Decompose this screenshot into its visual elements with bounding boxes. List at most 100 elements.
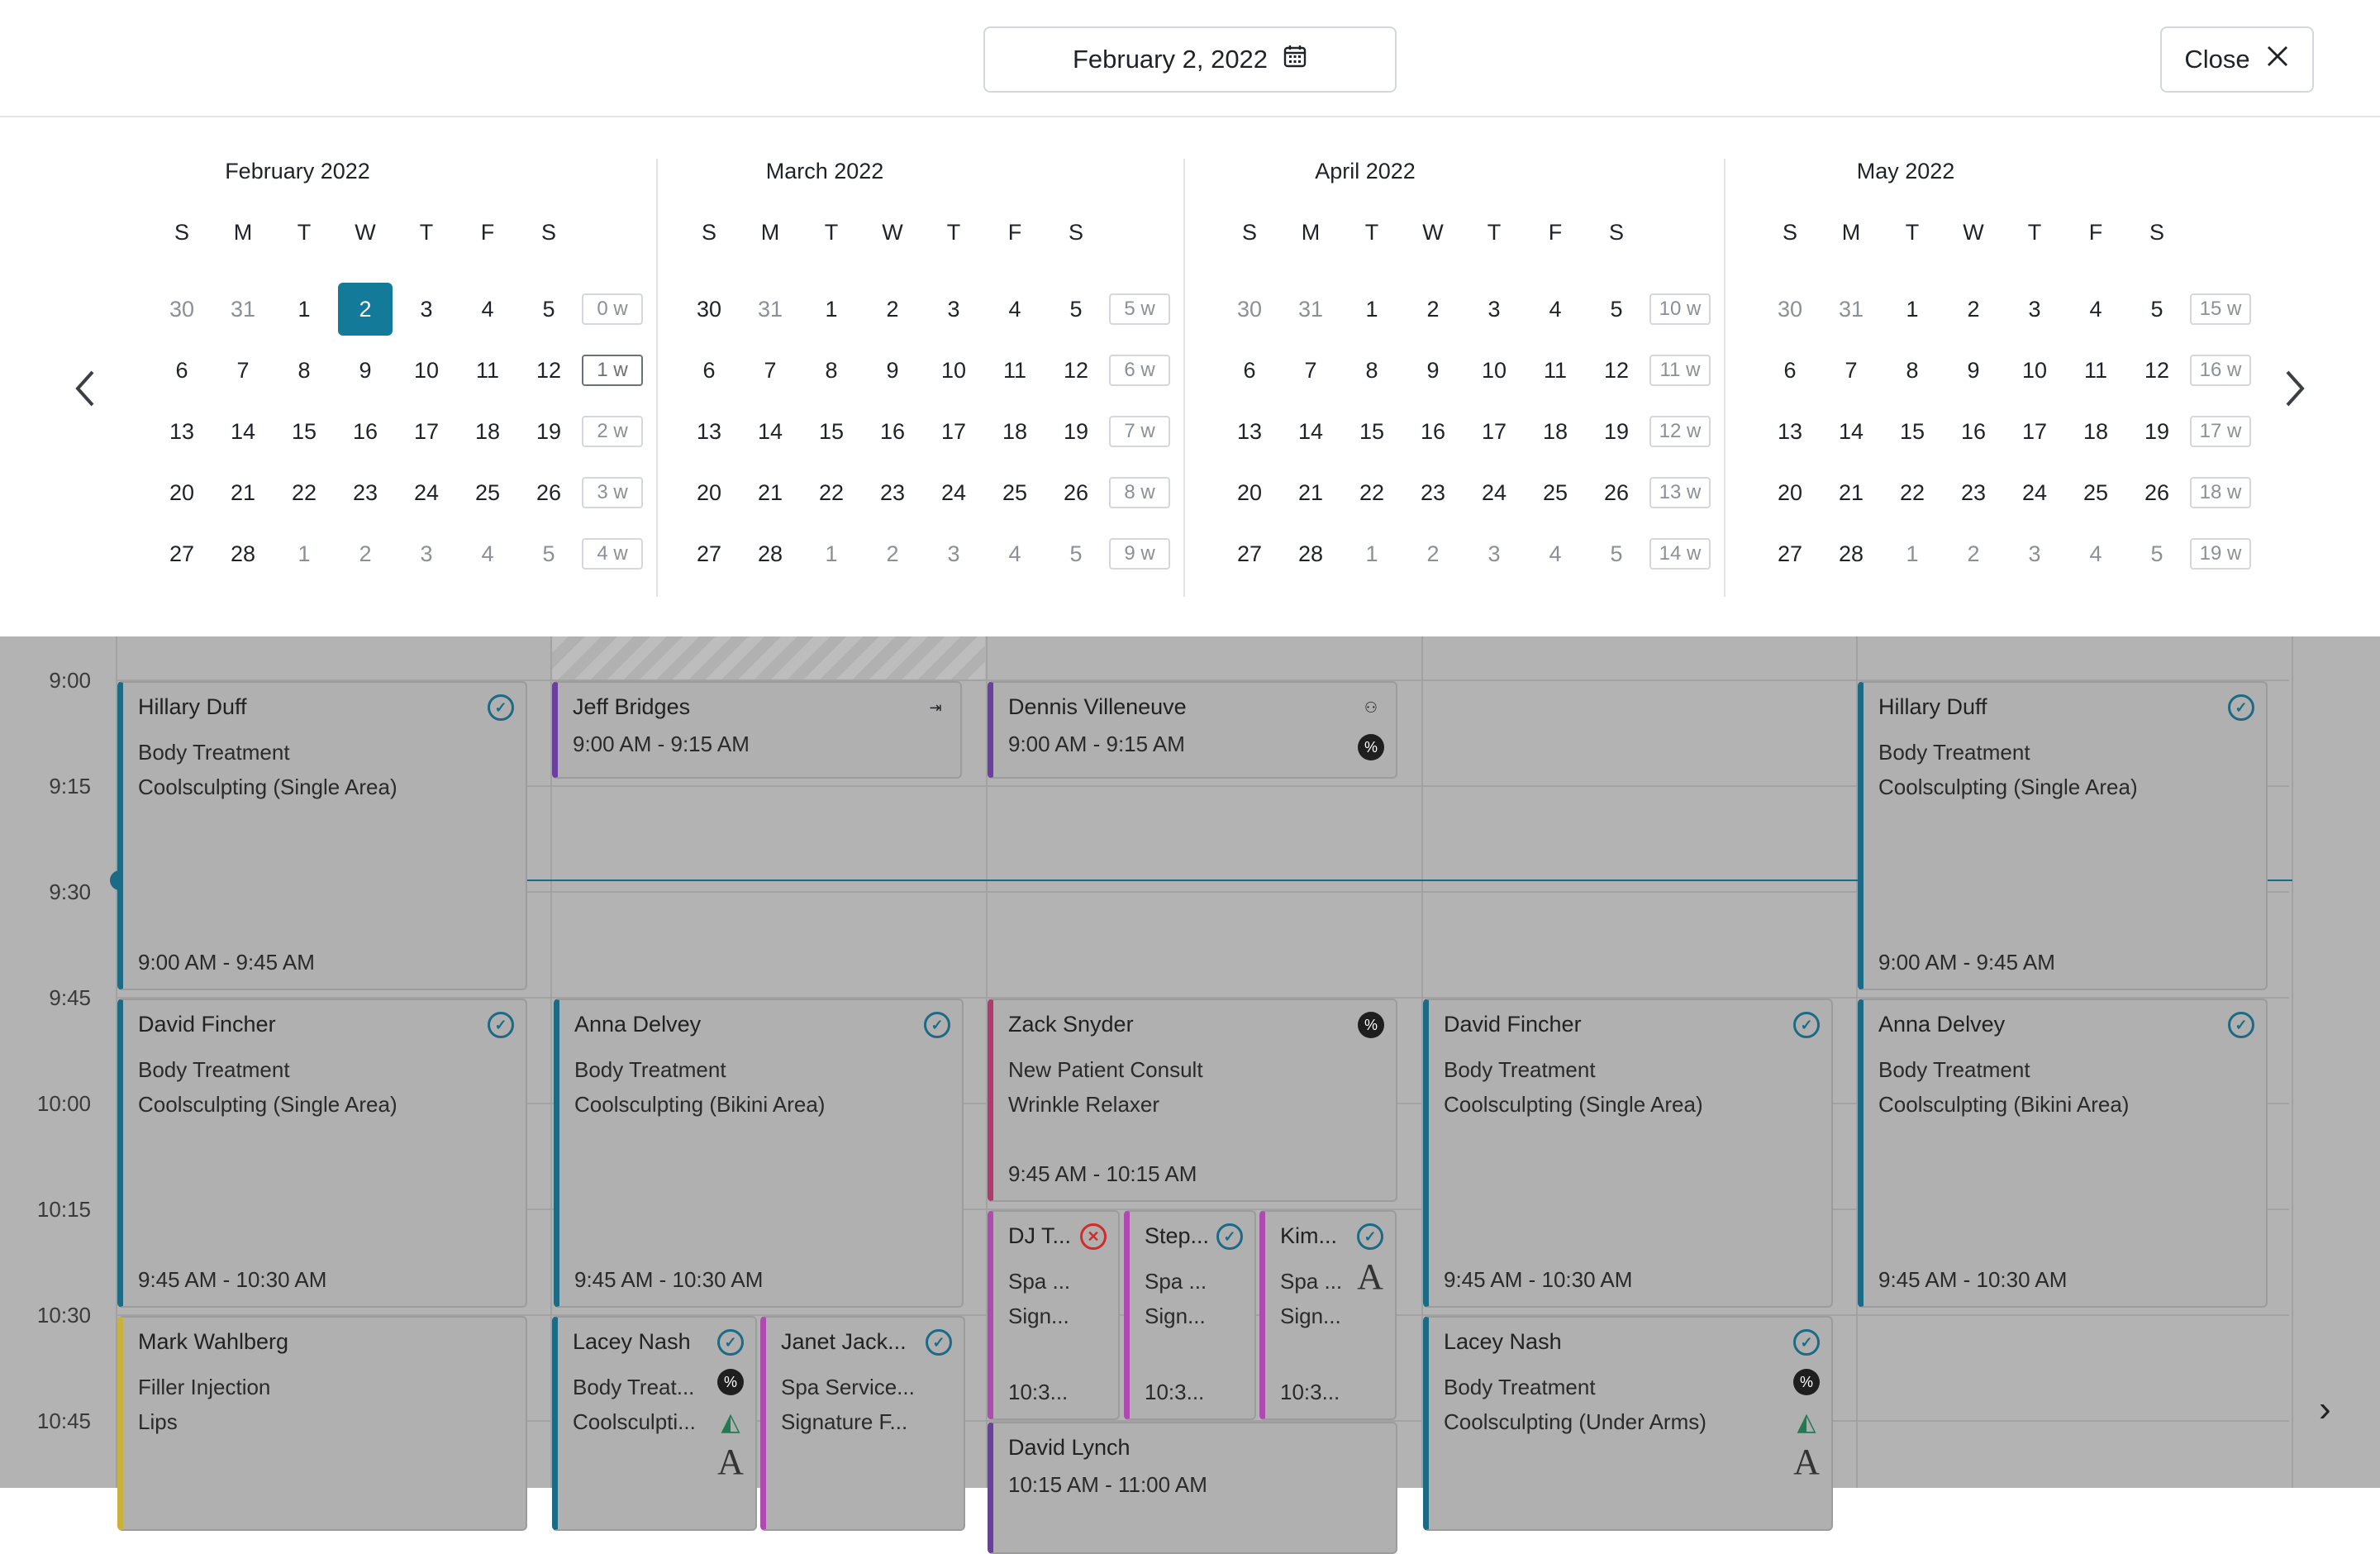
week-number-badge[interactable]: 17 w [2190, 416, 2251, 447]
calendar-day[interactable]: 1 [277, 283, 331, 336]
calendar-day[interactable]: 28 [743, 527, 797, 580]
calendar-day[interactable]: 28 [216, 527, 270, 580]
calendar-day[interactable]: 31 [1283, 283, 1338, 336]
week-number-badge[interactable]: 10 w [1649, 293, 1711, 325]
calendar-day[interactable]: 11 [460, 344, 515, 397]
calendar-day[interactable]: 19 [2130, 405, 2184, 458]
calendar-day[interactable]: 3 [399, 527, 454, 580]
calendar-day[interactable]: 27 [682, 527, 736, 580]
calendar-day[interactable]: 26 [1589, 466, 1644, 519]
calendar-day[interactable]: 9 [338, 344, 393, 397]
calendar-day[interactable]: 12 [1049, 344, 1103, 397]
calendar-day[interactable]: 1 [1885, 283, 1940, 336]
calendar-day[interactable]: 25 [2068, 466, 2123, 519]
calendar-day[interactable]: 2 [1946, 527, 2001, 580]
calendar-day[interactable]: 20 [155, 466, 209, 519]
calendar-day[interactable]: 3 [2007, 283, 2062, 336]
calendar-day[interactable]: 10 [399, 344, 454, 397]
calendar-day[interactable]: 19 [1589, 405, 1644, 458]
calendar-day[interactable]: 25 [460, 466, 515, 519]
close-button[interactable]: Close [2160, 26, 2314, 93]
calendar-day[interactable]: 15 [277, 405, 331, 458]
calendar-day[interactable]: 5 [2130, 527, 2184, 580]
calendar-day[interactable]: 3 [1467, 527, 1521, 580]
calendar-day[interactable]: 1 [277, 527, 331, 580]
calendar-day[interactable]: 27 [1763, 527, 1817, 580]
calendar-day[interactable]: 13 [155, 405, 209, 458]
week-number-badge[interactable]: 14 w [1649, 538, 1711, 570]
calendar-day[interactable]: 20 [682, 466, 736, 519]
calendar-day[interactable]: 7 [1283, 344, 1338, 397]
appointment-card[interactable]: Lacey Nash Body Treat... Coolsculpti... ✓% ◭… [552, 1316, 757, 1531]
calendar-day[interactable]: 18 [2068, 405, 2123, 458]
appointment-card[interactable]: Lacey Nash Body Treatment Coolsculpting (U… [1423, 1316, 1833, 1531]
calendar-day[interactable]: 17 [2007, 405, 2062, 458]
calendar-day[interactable]: 8 [804, 344, 859, 397]
week-number-badge[interactable]: 19 w [2190, 538, 2251, 570]
calendar-day[interactable]: 3 [1467, 283, 1521, 336]
calendar-day[interactable]: 17 [926, 405, 981, 458]
calendar-day[interactable]: 27 [1222, 527, 1277, 580]
calendar-day[interactable]: 12 [1589, 344, 1644, 397]
calendar-day[interactable]: 1 [1885, 527, 1940, 580]
calendar-day[interactable]: 23 [865, 466, 920, 519]
calendar-day[interactable]: 9 [1406, 344, 1460, 397]
calendar-day[interactable]: 26 [2130, 466, 2184, 519]
calendar-day[interactable]: 2 [865, 527, 920, 580]
calendar-day[interactable]: 1 [1345, 527, 1399, 580]
calendar-day[interactable]: 12 [2130, 344, 2184, 397]
appointment-card[interactable]: David Lynch 10:15 AM - 11:00 AM [988, 1422, 1397, 1554]
appointment-card[interactable]: David Fincher Body Treatment Coolsculpting… [1423, 999, 1833, 1308]
calendar-day[interactable]: 11 [1528, 344, 1583, 397]
week-number-badge[interactable]: 6 w [1109, 355, 1170, 386]
calendar-day[interactable]: 4 [2068, 283, 2123, 336]
calendar-day[interactable]: 6 [1763, 344, 1817, 397]
calendar-day[interactable]: 2 [338, 527, 393, 580]
calendar-day[interactable]: 9 [865, 344, 920, 397]
calendar-day[interactable]: 14 [743, 405, 797, 458]
calendar-day[interactable]: 15 [804, 405, 859, 458]
week-number-badge[interactable]: 1 w [582, 355, 643, 386]
calendar-day[interactable]: 23 [1406, 466, 1460, 519]
calendar-day[interactable]: 15 [1345, 405, 1399, 458]
calendar-day[interactable]: 7 [1824, 344, 1878, 397]
calendar-day[interactable]: 22 [1885, 466, 1940, 519]
appointment-card[interactable]: Hillary Duff Body Treatment Coolsculpting … [1858, 681, 2268, 990]
calendar-day[interactable]: 22 [804, 466, 859, 519]
calendar-day[interactable]: 1 [1345, 283, 1399, 336]
calendar-day[interactable]: 30 [1763, 283, 1817, 336]
calendar-day[interactable]: 21 [743, 466, 797, 519]
calendar-day[interactable]: 13 [682, 405, 736, 458]
calendar-day[interactable]: 7 [743, 344, 797, 397]
calendar-day[interactable]: 6 [682, 344, 736, 397]
week-number-badge[interactable]: 3 w [582, 477, 643, 508]
calendar-day[interactable]: 17 [1467, 405, 1521, 458]
calendar-day[interactable]: 24 [926, 466, 981, 519]
appointment-card[interactable]: DJ T... Spa ... Sign... 10:3... ✕ [988, 1210, 1120, 1420]
appointment-card[interactable]: David Fincher Body Treatment Coolsculpting… [117, 999, 527, 1308]
calendar-day[interactable]: 9 [1946, 344, 2001, 397]
week-number-badge[interactable]: 9 w [1109, 538, 1170, 570]
calendar-day[interactable]: 15 [1885, 405, 1940, 458]
appointment-card[interactable]: Kim... Spa ... Sign... 10:3... ✓ A [1259, 1210, 1397, 1420]
week-number-badge[interactable]: 12 w [1649, 416, 1711, 447]
prev-months-button[interactable] [69, 365, 102, 419]
appointment-card[interactable]: Janet Jack... Spa Service... Signature F..… [760, 1316, 965, 1531]
calendar-day[interactable]: 1 [804, 283, 859, 336]
calendar-day[interactable]: 18 [1528, 405, 1583, 458]
calendar-day[interactable]: 5 [1589, 527, 1644, 580]
calendar-day[interactable]: 5 [2130, 283, 2184, 336]
calendar-day[interactable]: 16 [338, 405, 393, 458]
calendar-day[interactable]: 13 [1763, 405, 1817, 458]
appointment-card[interactable]: Jeff Bridges 9:00 AM - 9:15 AM ⇥ [552, 681, 962, 779]
appointment-card[interactable]: Step... Spa ... Sign... 10:3... ✓ [1124, 1210, 1256, 1420]
calendar-day[interactable]: 5 [521, 527, 576, 580]
calendar-day[interactable]: 8 [277, 344, 331, 397]
calendar-day[interactable]: 10 [1467, 344, 1521, 397]
calendar-day[interactable]: 10 [926, 344, 981, 397]
calendar-day[interactable]: 20 [1763, 466, 1817, 519]
calendar-day[interactable]: 14 [1283, 405, 1338, 458]
calendar-day[interactable]: 4 [1528, 283, 1583, 336]
week-number-badge[interactable]: 2 w [582, 416, 643, 447]
calendar-day[interactable]: 4 [2068, 527, 2123, 580]
